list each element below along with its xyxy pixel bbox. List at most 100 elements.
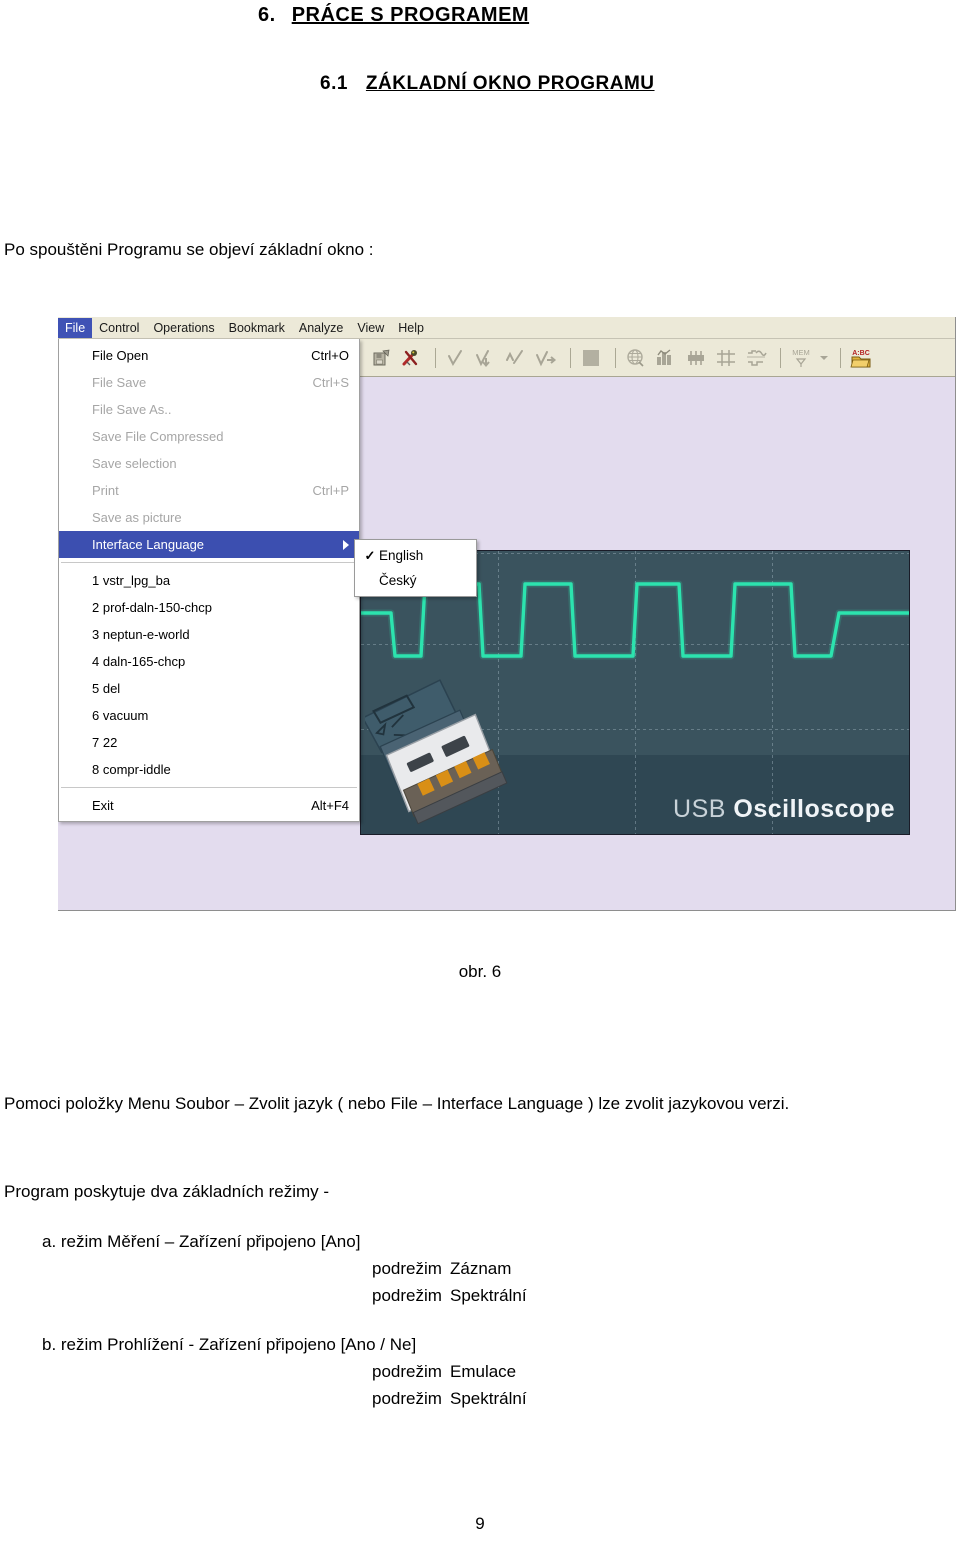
application-screenshot: File Control Operations Bookmark Analyze…	[58, 317, 956, 911]
mode-a-sub-1: podrežim Záznam	[42, 1255, 527, 1282]
menu-item-save-file-compressed: Save File Compressed	[59, 423, 359, 450]
mode-a-block: a. režim Měření – Zařízení připojeno [An…	[42, 1228, 527, 1309]
menu-item-label: File Save	[92, 375, 147, 390]
page-title-number: 6.	[258, 4, 276, 26]
menu-item-label: Save File Compressed	[92, 429, 224, 444]
submenu-item-label: English	[379, 548, 424, 563]
menu-item-print: Print Ctrl+P	[59, 477, 359, 504]
menu-separator	[61, 787, 357, 788]
menu-item-save-selection: Save selection	[59, 450, 359, 477]
menu-item-label: Save selection	[92, 456, 177, 471]
recent-file-label: 2 prof-daln-150-chcp	[92, 600, 212, 615]
recent-file-label: 5 del	[92, 681, 121, 696]
recent-file-label: 6 vacuum	[92, 708, 149, 723]
globe-icon	[623, 345, 649, 371]
menu-item-label: Save as picture	[92, 510, 182, 525]
mem-icon: MEM	[788, 345, 814, 371]
splash-brand-usb: USB	[673, 795, 726, 823]
toolbar-separator	[780, 347, 781, 368]
recent-file-item[interactable]: 3 neptun-e-world	[59, 621, 359, 648]
menu-item-accelerator: Ctrl+S	[312, 375, 349, 390]
menu-analyze[interactable]: Analyze	[292, 318, 350, 338]
usb-connector-image	[365, 679, 508, 825]
waveform-check-icon	[443, 345, 469, 371]
toolbar-separator	[615, 347, 616, 368]
menu-item-file-open[interactable]: File Open Ctrl+O	[59, 342, 359, 369]
menu-item-label: Exit	[92, 798, 114, 813]
open-file-icon[interactable]	[368, 345, 394, 371]
mode-b-block: b. režim Prohlížení - Zařízení připojeno…	[42, 1331, 527, 1412]
waveform-right-icon	[533, 345, 559, 371]
mode-a-sub-1-value: Záznam	[450, 1259, 512, 1278]
submenu-item-english[interactable]: ✓ English	[355, 543, 476, 568]
section-title: 6.1 ZÁKLADNÍ OKNO PROGRAMU	[320, 73, 655, 95]
menu-view[interactable]: View	[350, 318, 391, 338]
recent-file-item[interactable]: 1 vstr_lpg_ba	[59, 567, 359, 594]
menu-item-interface-language[interactable]: Interface Language	[59, 531, 359, 558]
menu-bar: File Control Operations Bookmark Analyze…	[58, 317, 955, 339]
toolbar-separator	[570, 347, 571, 368]
section-title-number: 6.1	[320, 73, 348, 94]
recent-file-item[interactable]: 7 22	[59, 729, 359, 756]
toolbar-separator	[840, 347, 841, 368]
page-number: 9	[475, 1514, 485, 1533]
body-paragraph-2: Program poskytuje dva základních režimy …	[4, 1182, 330, 1201]
abc-folder-icon[interactable]: A:BC	[848, 345, 874, 371]
page-title: 6. PRÁCE S PROGRAMEM	[258, 4, 529, 27]
menu-bookmark[interactable]: Bookmark	[222, 318, 292, 338]
menu-item-exit[interactable]: Exit Alt+F4	[59, 792, 359, 819]
menu-file[interactable]: File	[58, 317, 93, 338]
recent-file-label: 8 compr-iddle	[92, 762, 171, 777]
menu-item-label: File Open	[92, 348, 149, 363]
recent-file-item[interactable]: 2 prof-daln-150-chcp	[59, 594, 359, 621]
checkmark-icon: ✓	[364, 548, 376, 563]
svg-text:A:BC: A:BC	[852, 350, 870, 357]
recent-file-label: 4 daln-165-chcp	[92, 654, 186, 669]
stop-square-icon	[578, 345, 604, 371]
tools-wrench-icon[interactable]	[398, 345, 424, 371]
mode-b-sub-2: podrežim Spektrální	[42, 1385, 527, 1412]
menu-item-accelerator: Ctrl+P	[312, 483, 349, 498]
mode-a-sub-2: podrežim Spektrální	[42, 1282, 527, 1309]
menu-item-file-save-as: File Save As..	[59, 396, 359, 423]
body-paragraph-1: Pomoci položky Menu Soubor – Zvolit jazy…	[4, 1094, 790, 1113]
mode-b-sub-2-label: podrežim	[372, 1389, 442, 1408]
submenu-item-label: Český	[379, 573, 417, 588]
histogram-icon	[653, 345, 679, 371]
submenu-arrow-icon	[343, 539, 349, 550]
splash-brand: USB Oscilloscope	[673, 795, 895, 824]
recent-file-item[interactable]: 5 del	[59, 675, 359, 702]
menu-item-label: File Save As..	[92, 402, 172, 417]
recent-file-label: 3 neptun-e-world	[92, 627, 190, 642]
page-title-text: PRÁCE S PROGRAMEM	[291, 4, 530, 26]
menu-item-label: Print	[92, 483, 119, 498]
recent-file-item[interactable]: 6 vacuum	[59, 702, 359, 729]
mode-b-title: b. režim Prohlížení - Zařízení připojeno…	[42, 1335, 417, 1354]
mode-a-sub-2-value: Spektrální	[450, 1286, 527, 1305]
mode-b-sub-1-value: Emulace	[450, 1362, 517, 1381]
recent-file-label: 1 vstr_lpg_ba	[92, 573, 171, 588]
svg-text:MEM: MEM	[792, 348, 810, 357]
mode-a-title: a. režim Měření – Zařízení připojeno [An…	[42, 1232, 361, 1251]
axis-icon	[713, 345, 739, 371]
language-submenu: ✓ English Český	[354, 539, 477, 597]
menu-item-accelerator: Ctrl+O	[311, 348, 349, 363]
menu-control[interactable]: Control	[92, 318, 146, 338]
mode-b-sub-1: podrežim Emulace	[42, 1358, 527, 1385]
mode-b-sub-1-label: podrežim	[372, 1362, 442, 1381]
filter-icon	[683, 345, 709, 371]
menu-item-save-as-picture: Save as picture	[59, 504, 359, 531]
signal-steps-icon	[743, 345, 769, 371]
submenu-item-cesky[interactable]: Český	[355, 568, 476, 593]
menu-item-file-save: File Save Ctrl+S	[59, 369, 359, 396]
recent-file-item[interactable]: 8 compr-iddle	[59, 756, 359, 783]
menu-help[interactable]: Help	[391, 318, 431, 338]
intro-paragraph: Po spouštěni Programu se objeví základní…	[4, 240, 374, 259]
recent-file-item[interactable]: 4 daln-165-chcp	[59, 648, 359, 675]
menu-separator	[61, 562, 357, 563]
file-dropdown-menu: File Open Ctrl+O File Save Ctrl+S File S…	[58, 339, 360, 822]
figure-caption: obr. 6	[458, 962, 502, 981]
menu-operations[interactable]: Operations	[146, 318, 221, 338]
waveform-up-icon	[503, 345, 529, 371]
mode-a-sub-1-label: podrežim	[372, 1259, 442, 1278]
